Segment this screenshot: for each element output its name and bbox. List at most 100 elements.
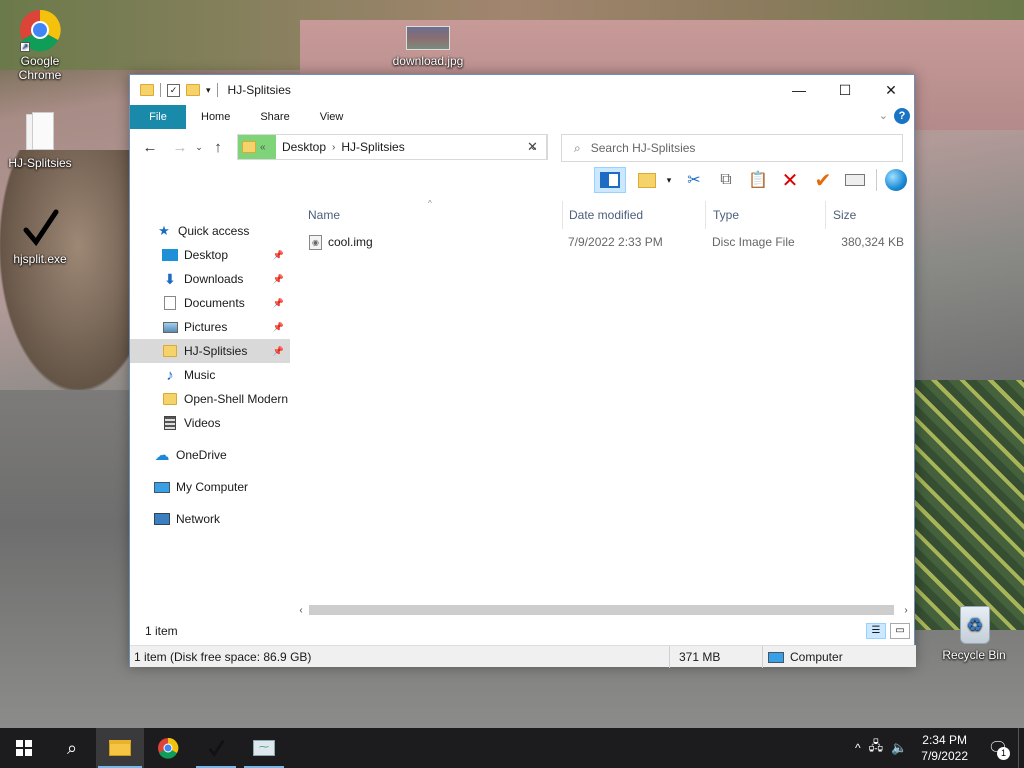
taskbar-chrome[interactable] — [144, 728, 192, 768]
tab-view[interactable]: View — [305, 105, 359, 129]
address-highlight: « — [238, 135, 276, 159]
sidebar-item-onedrive[interactable]: ☁ OneDrive — [130, 443, 290, 467]
desktop-icon-hjsplit-exe[interactable]: hjsplit.exe — [0, 206, 80, 266]
pin-icon[interactable]: 📌 — [273, 346, 284, 357]
breadcrumb-hj-splitsies[interactable]: HJ-Splitsies — [335, 140, 410, 154]
clock-date: 7/9/2022 — [921, 749, 968, 763]
column-header-name[interactable]: Name — [301, 201, 563, 229]
title-bar[interactable]: ✓ ▾ HJ-Splitsies — ☐ ✕ — [130, 75, 914, 105]
back-arrow-icon[interactable]: ← — [138, 139, 162, 156]
taskbar-file-explorer[interactable] — [96, 728, 144, 768]
taskbar: ⌕ ⁓ ^ 🖧 🔈 2:34 PM 7/9/2022 🗨 1 — [0, 728, 1024, 768]
volume-icon[interactable]: 🔈 — [887, 740, 911, 756]
scroll-left-arrow-icon[interactable]: ‹ — [295, 605, 307, 616]
taskbar-hjsplit[interactable] — [192, 728, 240, 768]
status-size: 371 MB — [675, 646, 763, 668]
sidebar-item-music[interactable]: ♪ Music — [130, 363, 290, 387]
customize-toolbar-dropdown[interactable]: ▾ — [206, 85, 211, 96]
sidebar-item-desktop[interactable]: Desktop 📌 — [130, 243, 290, 267]
taskbar-task-manager[interactable]: ⁓ — [240, 728, 288, 768]
forward-arrow-icon[interactable]: → — [168, 139, 192, 156]
new-folder-icon[interactable] — [186, 84, 200, 96]
clear-address-button[interactable]: ✕ — [518, 134, 548, 160]
cloud-icon: ☁ — [154, 447, 170, 464]
search-button[interactable]: ⌕ — [48, 728, 96, 768]
paste-icon[interactable]: 📋 — [746, 167, 770, 193]
scrollbar-thumb[interactable] — [309, 605, 894, 615]
sidebar-item-videos[interactable]: Videos — [130, 411, 290, 435]
clock[interactable]: 2:34 PM 7/9/2022 — [911, 732, 978, 764]
search-input[interactable]: Search HJ-Splitsies — [591, 141, 696, 155]
table-row[interactable]: ◉ cool.img 7/9/2022 2:33 PM Disc Image F… — [301, 231, 906, 253]
minimize-button[interactable]: — — [776, 75, 822, 105]
desktop-icon-recycle-bin[interactable]: ♻ Recycle Bin — [934, 602, 1014, 662]
up-arrow-icon[interactable]: ↑ — [206, 139, 230, 156]
sidebar-item-network[interactable]: Network — [130, 507, 290, 531]
help-button[interactable]: ? — [894, 108, 910, 124]
file-name-cell[interactable]: ◉ cool.img — [309, 231, 373, 253]
new-folder-button[interactable] — [634, 167, 660, 193]
pin-icon[interactable]: 📌 — [273, 298, 284, 309]
column-label: Size — [833, 208, 857, 222]
properties-icon[interactable] — [842, 167, 868, 193]
column-headers: ^ Name Date modified Type Size — [295, 199, 916, 229]
expand-ribbon-chevron-icon[interactable]: ⌄ — [879, 109, 888, 122]
show-desktop-button[interactable] — [1018, 728, 1024, 768]
desktop-icon-hj-splitsies[interactable]: HJ-Splitsies — [0, 110, 80, 170]
search-box[interactable]: ⌕ Search HJ-Splitsies — [561, 134, 903, 162]
start-button[interactable] — [0, 728, 48, 768]
nav-label: Documents — [184, 296, 245, 310]
sidebar-item-hj-splitsies[interactable]: HJ-Splitsies 📌 — [130, 339, 290, 363]
folder-menu-dropdown-icon[interactable]: ▾ — [662, 167, 676, 193]
show-hidden-icons-chevron-icon[interactable]: ^ — [851, 741, 865, 755]
properties-checkbox-icon[interactable]: ✓ — [167, 83, 180, 97]
nav-quick-access[interactable]: ★ Quick access — [130, 219, 290, 243]
sidebar-item-downloads[interactable]: ⬇ Downloads 📌 — [130, 267, 290, 291]
address-bar[interactable]: « Desktop › HJ-Splitsies ⌄ — [237, 134, 547, 160]
sidebar-item-my-computer[interactable]: My Computer — [130, 475, 290, 499]
column-header-date[interactable]: Date modified — [562, 201, 706, 229]
music-icon: ♪ — [166, 366, 174, 384]
sidebar-item-pictures[interactable]: Pictures 📌 — [130, 315, 290, 339]
nav-label: Videos — [184, 416, 221, 430]
disc-image-file-icon: ◉ — [309, 234, 322, 250]
desktop-icon-download-jpg[interactable]: download.jpg — [388, 26, 468, 68]
horizontal-scrollbar[interactable]: ‹ › — [295, 603, 912, 617]
breadcrumb-desktop[interactable]: Desktop — [276, 140, 332, 154]
recent-locations-dropdown[interactable]: ⌄ — [192, 142, 206, 153]
cut-icon[interactable]: ✂ — [682, 167, 706, 193]
pin-icon[interactable]: 📌 — [273, 250, 284, 261]
column-label: Type — [713, 208, 740, 222]
notification-count-badge: 1 — [997, 747, 1010, 760]
tab-file[interactable]: File — [130, 105, 186, 129]
folder-icon — [162, 392, 178, 406]
folder-menu-icon — [638, 172, 656, 188]
sidebar-item-documents[interactable]: Documents 📌 — [130, 291, 290, 315]
scroll-right-arrow-icon[interactable]: › — [900, 605, 912, 616]
performance-monitor-icon: ⁓ — [253, 740, 275, 756]
column-header-type[interactable]: Type — [706, 201, 826, 229]
pin-icon[interactable]: 📌 — [273, 274, 284, 285]
close-button[interactable]: ✕ — [868, 75, 914, 105]
tab-home[interactable]: Home — [186, 105, 245, 129]
rename-check-icon[interactable]: ✔ — [810, 167, 836, 193]
pin-icon[interactable]: 📌 — [273, 322, 284, 333]
globe-icon[interactable] — [882, 167, 910, 193]
nav-label: Quick access — [178, 224, 250, 238]
network-status-icon[interactable]: 🖧 — [865, 737, 888, 759]
column-header-size[interactable]: Size — [826, 201, 904, 229]
details-view-button[interactable]: ☰ — [866, 623, 886, 639]
preview-pane-button[interactable] — [594, 167, 626, 193]
tab-share[interactable]: Share — [245, 105, 304, 129]
maximize-button[interactable]: ☐ — [822, 75, 868, 105]
copy-icon[interactable]: ⧉ — [714, 167, 738, 193]
large-icons-view-button[interactable]: ▭ — [890, 623, 910, 639]
sidebar-item-open-shell[interactable]: Open-Shell Modern — [130, 387, 290, 411]
delete-icon[interactable]: ✕ — [778, 167, 802, 193]
checkmark-icon — [208, 739, 225, 757]
search-icon: ⌕ — [574, 140, 581, 155]
action-center-button[interactable]: 🗨 1 — [978, 728, 1018, 768]
desktop-icon-chrome[interactable]: ↗ Google Chrome — [0, 8, 80, 82]
address-overflow[interactable]: « — [260, 142, 266, 153]
file-name: cool.img — [328, 235, 373, 249]
